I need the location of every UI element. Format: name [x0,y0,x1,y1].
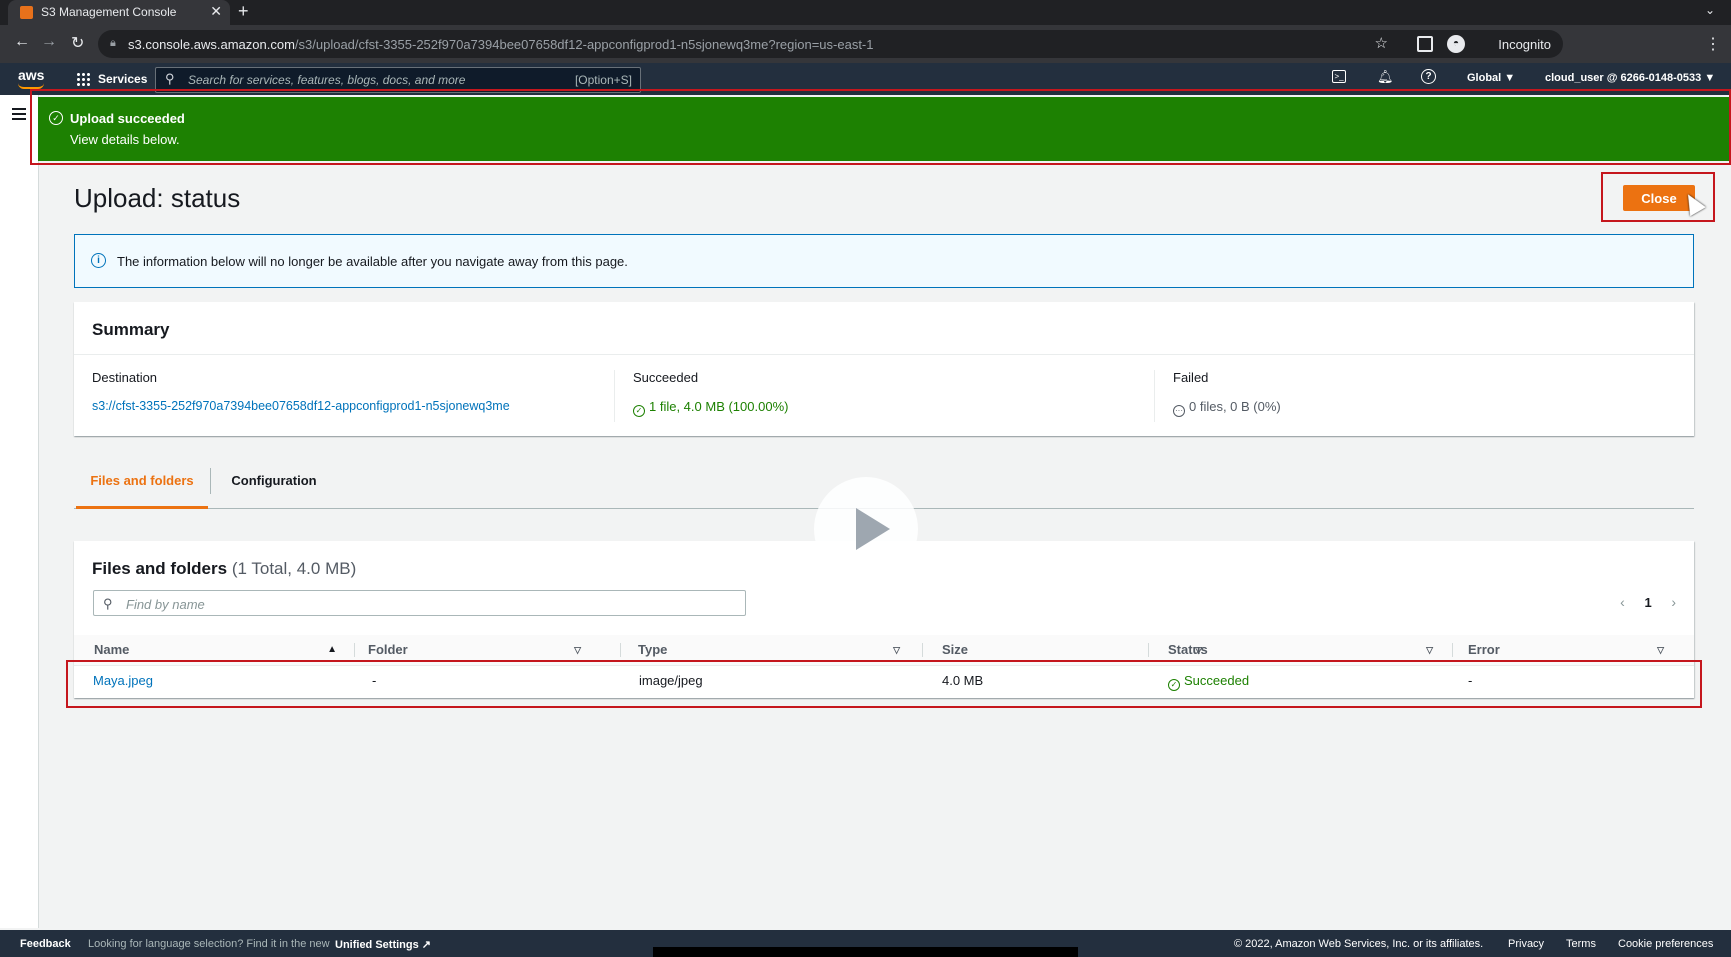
lock-icon: 🔒︎ [110,37,116,49]
summary-panel: Summary Destination s3://cfst-3355-252f9… [74,302,1694,436]
bookmark-star-icon[interactable]: ☆ [1375,34,1388,52]
forward-icon[interactable]: → [41,33,57,51]
previous-page-icon[interactable]: ‹ [1620,594,1625,610]
row-highlight-frame [66,660,1702,708]
failed-value: ··· 0 files, 0 B (0%) [1173,399,1281,417]
new-tab-icon[interactable]: + [238,1,249,22]
tab-search-chevron-icon[interactable]: ⌄ [1705,3,1715,17]
files-count: (1 Total, 4.0 MB) [231,559,357,578]
aws-favicon-icon [20,6,33,19]
destination-column: Destination s3://cfst-3355-252f970a7394b… [92,370,592,422]
cookie-preferences-link[interactable]: Cookie preferences [1618,938,1713,950]
failed-label: Failed [1173,370,1209,385]
info-icon: i [91,253,106,268]
account-menu[interactable]: cloud_user @ 6266-0148-0533 ▼ [1545,72,1715,84]
feedback-link[interactable]: Feedback [20,938,71,950]
find-by-name-input[interactable] [124,594,728,614]
incognito-label[interactable]: Incognito [1498,37,1551,52]
browser-toolbar: ← → ↻ 🔒︎ s3.console.aws.amazon.com/s3/up… [0,25,1731,63]
url-text: s3.console.aws.amazon.com/s3/upload/cfst… [128,37,874,52]
next-page-icon[interactable]: › [1671,594,1676,610]
tab-files-and-folders[interactable]: Files and folders [76,462,208,509]
console-footer: Feedback Looking for language selection?… [0,930,1731,957]
browser-tab[interactable]: S3 Management Console ✕ [8,0,230,25]
destination-label: Destination [92,370,158,385]
unified-settings-link[interactable]: Unified Settings ↗ [335,938,431,951]
page-title: Upload: status [74,183,241,213]
summary-title: Summary [92,320,170,339]
search-shortcut-hint: [Option+S] [574,73,632,87]
flash-highlight-frame [30,89,1731,165]
copyright-text: © 2022, Amazon Web Services, Inc. or its… [1234,938,1484,950]
reload-icon[interactable]: ↻ [71,33,84,53]
external-link-icon: ↗ [421,939,432,951]
browser-tab-title: S3 Management Console [41,5,177,19]
terms-link[interactable]: Terms [1566,938,1596,950]
video-progress-bar [653,947,1078,957]
pending-dots-icon: ··· [1173,405,1185,417]
browser-tab-bar: S3 Management Console ✕ + ⌄ [0,0,1731,25]
current-page-number[interactable]: 1 [1644,595,1651,610]
privacy-link[interactable]: Privacy [1508,938,1544,950]
success-check-icon: ✓ [633,405,645,417]
language-hint: Looking for language selection? Find it … [88,938,330,950]
aws-logo[interactable]: aws [18,67,44,89]
video-play-overlay[interactable] [814,477,918,581]
search-icon: ⚲ [165,71,175,86]
notifications-bell-icon[interactable]: 🔔︎ [1377,69,1394,85]
files-panel-title: Files and folders (1 Total, 4.0 MB) [92,559,357,578]
succeeded-label: Succeeded [633,370,699,385]
browser-menu-icon[interactable]: ⋮ [1705,34,1721,54]
help-icon[interactable]: ? [1421,69,1436,84]
incognito-icon[interactable]: ◓ [1447,35,1465,53]
close-tab-icon[interactable]: ✕ [210,3,222,20]
aws-search-input[interactable] [186,70,530,90]
region-selector[interactable]: Global ▼ [1467,72,1515,84]
cloudshell-icon[interactable]: >_ [1332,70,1346,83]
tab-configuration[interactable]: Configuration [210,468,337,494]
find-by-name-box[interactable]: ⚲ [93,590,746,616]
succeeded-value: ✓ 1 file, 4.0 MB (100.00%) [633,399,1153,417]
address-bar[interactable]: 🔒︎ s3.console.aws.amazon.com/s3/upload/c… [98,30,1563,58]
side-panel-icon[interactable] [1417,36,1433,52]
succeeded-column: Succeeded ✓ 1 file, 4.0 MB (100.00%) [614,370,1153,422]
failed-column: Failed ··· 0 files, 0 B (0%) [1154,370,1693,422]
play-icon [856,508,890,550]
left-navigation-rail [0,95,39,928]
info-alert: i The information below will no longer b… [74,234,1694,288]
hamburger-menu-icon[interactable] [12,108,26,120]
pagination: ‹ 1 › [1604,594,1676,610]
search-icon: ⚲ [103,596,113,611]
info-text: The information below will no longer be … [117,254,628,269]
destination-link[interactable]: s3://cfst-3355-252f970a7394bee07658df12-… [92,399,592,413]
grid-icon [76,72,90,86]
services-menu-button[interactable]: Services [76,72,147,86]
back-icon[interactable]: ← [14,33,30,51]
